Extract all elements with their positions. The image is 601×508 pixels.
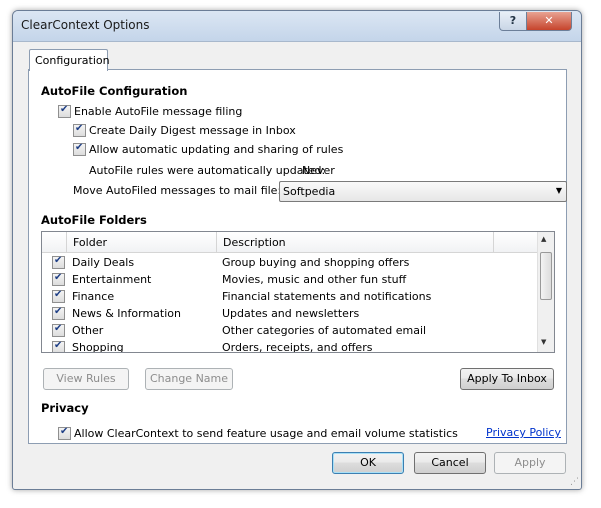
folders-list[interactable]: Folder Description Daily Deals Group buy… xyxy=(41,231,555,353)
enable-autofile-check-icon xyxy=(58,104,71,118)
allow-stats-check-icon xyxy=(58,426,71,440)
ok-button[interactable]: OK xyxy=(332,452,404,474)
folder-description: Financial statements and notifications xyxy=(222,290,432,303)
table-row[interactable]: News & Information Updates and newslette… xyxy=(42,305,537,322)
title-bar: ClearContext Options ? ✕ xyxy=(13,11,581,42)
folder-description: Group buying and shopping offers xyxy=(222,256,410,269)
mail-file-dropdown[interactable]: Softpedia ▼ xyxy=(279,181,567,202)
apply-to-inbox-button[interactable]: Apply To Inbox xyxy=(460,368,554,390)
configuration-panel: AutoFile Configuration Enable AutoFile m… xyxy=(28,69,567,444)
mail-file-value: Softpedia xyxy=(283,185,336,198)
tab-configuration-label: Configuration xyxy=(35,54,110,67)
row-check-icon[interactable] xyxy=(52,306,65,320)
privacy-policy-link[interactable]: Privacy Policy xyxy=(486,426,561,439)
autofile-folders-heading: AutoFile Folders xyxy=(41,213,147,227)
options-window: ClearContext Options ? ✕ Configuration A… xyxy=(12,10,582,490)
auto-update-check-icon xyxy=(73,142,86,156)
table-row[interactable]: Shopping Orders, receipts, and offers xyxy=(42,339,537,353)
rules-status-label: AutoFile rules were automatically update… xyxy=(89,164,326,177)
row-check-icon[interactable] xyxy=(52,340,65,352)
scroll-up-icon[interactable]: ▲ xyxy=(541,235,546,243)
resize-grip-icon[interactable]: ⋰ xyxy=(570,477,579,487)
apply-button[interactable]: Apply xyxy=(494,452,566,474)
tab-configuration[interactable]: Configuration xyxy=(29,49,110,71)
chevron-down-icon: ▼ xyxy=(555,186,562,195)
folder-name: Shopping xyxy=(72,341,124,353)
allow-stats-label: Allow ClearContext to send feature usage… xyxy=(74,427,458,440)
table-row[interactable]: Entertainment Movies, music and other fu… xyxy=(42,271,537,288)
column-separator xyxy=(493,232,494,252)
row-check-icon[interactable] xyxy=(52,289,65,303)
close-button[interactable]: ✕ xyxy=(526,12,572,31)
row-check-icon[interactable] xyxy=(52,255,65,269)
folder-description: Orders, receipts, and offers xyxy=(222,341,373,353)
autofile-config-heading: AutoFile Configuration xyxy=(41,84,188,98)
cancel-button[interactable]: Cancel xyxy=(414,452,486,474)
privacy-heading: Privacy xyxy=(41,401,89,415)
folder-name: Other xyxy=(72,324,104,337)
folder-description: Movies, music and other fun stuff xyxy=(222,273,407,286)
row-check-icon[interactable] xyxy=(52,272,65,286)
auto-update-label: Allow automatic updating and sharing of … xyxy=(89,143,344,156)
column-separator xyxy=(66,232,67,252)
folder-name: Daily Deals xyxy=(72,256,135,269)
move-autofiled-label: Move AutoFiled messages to mail file: xyxy=(73,184,282,197)
enable-autofile-label: Enable AutoFile message filing xyxy=(74,105,243,118)
folders-list-header: Folder Description xyxy=(42,232,537,253)
folder-name: Finance xyxy=(72,290,115,303)
daily-digest-check-icon xyxy=(73,123,86,137)
column-header-folder[interactable]: Folder xyxy=(73,236,107,249)
view-rules-button[interactable]: View Rules xyxy=(43,368,129,390)
daily-digest-label: Create Daily Digest message in Inbox xyxy=(89,124,296,137)
row-check-icon[interactable] xyxy=(52,323,65,337)
folders-scrollbar[interactable]: ▲ ▼ xyxy=(537,232,554,352)
scroll-down-icon[interactable]: ▼ xyxy=(541,338,546,346)
column-header-description[interactable]: Description xyxy=(223,236,286,249)
folder-description: Other categories of automated email xyxy=(222,324,427,337)
folder-name: News & Information xyxy=(72,307,181,320)
table-row[interactable]: Finance Financial statements and notific… xyxy=(42,288,537,305)
window-title: ClearContext Options xyxy=(21,18,150,32)
column-separator xyxy=(216,232,217,252)
table-row[interactable]: Daily Deals Group buying and shopping of… xyxy=(42,254,537,271)
scroll-thumb[interactable] xyxy=(540,252,552,300)
folder-name: Entertainment xyxy=(72,273,152,286)
folder-description: Updates and newsletters xyxy=(222,307,360,320)
help-button[interactable]: ? xyxy=(499,12,527,31)
rules-status-value: Never xyxy=(302,164,335,177)
change-name-button[interactable]: Change Name xyxy=(145,368,233,390)
table-row[interactable]: Other Other categories of automated emai… xyxy=(42,322,537,339)
